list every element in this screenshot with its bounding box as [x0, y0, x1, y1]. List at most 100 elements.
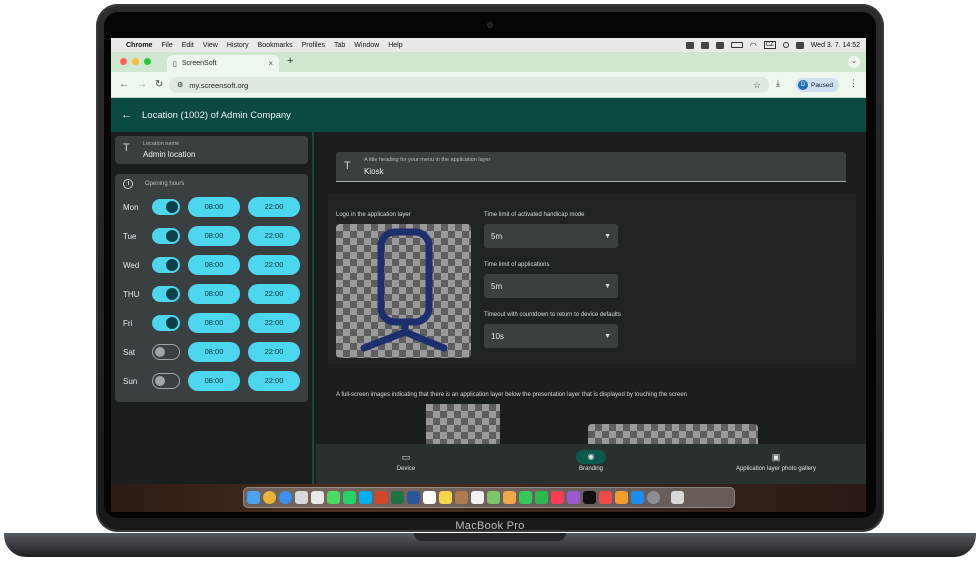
open-time-thu[interactable]: 08:00 — [188, 284, 240, 304]
calendar-icon[interactable] — [423, 491, 436, 504]
facetime-icon[interactable] — [535, 491, 548, 504]
finder-icon[interactable] — [247, 491, 260, 504]
back-arrow-icon[interactable]: ← — [119, 79, 129, 90]
notes-icon[interactable] — [439, 491, 452, 504]
timeout-select[interactable]: 10s ▼ — [484, 324, 618, 348]
close-time-sat[interactable]: 22:00 — [248, 342, 300, 362]
facetime-messages-icon[interactable] — [519, 491, 532, 504]
address-bar[interactable]: ⚙ my.screensoft.org ☆ — [169, 77, 769, 93]
close-time-fri[interactable]: 22:00 — [248, 313, 300, 333]
nav-device[interactable]: ▭ Device — [316, 444, 496, 484]
menu-tab[interactable]: Tab — [334, 42, 345, 49]
bookmark-star-icon[interactable]: ☆ — [753, 80, 761, 91]
menu-chrome[interactable]: Chrome — [126, 42, 152, 49]
menu-bookmarks[interactable]: Bookmarks — [258, 42, 293, 49]
close-time-tue[interactable]: 22:00 — [248, 226, 300, 246]
location-name-value[interactable]: Admin location — [143, 150, 195, 159]
skype-icon[interactable] — [359, 491, 372, 504]
fullscreen-image-landscape[interactable] — [588, 424, 758, 444]
open-time-mon[interactable]: 08:00 — [188, 197, 240, 217]
forward-arrow-icon[interactable]: → — [137, 79, 147, 90]
download-icon[interactable]: ⤓ — [776, 78, 780, 89]
podcasts-icon[interactable] — [567, 491, 580, 504]
nav-photo-gallery[interactable]: ▣ Application layer photo gallery — [686, 444, 866, 484]
status-app-icon[interactable] — [685, 41, 694, 49]
nav-branding[interactable]: ◉ Branding — [506, 444, 676, 484]
open-time-wed[interactable]: 08:00 — [188, 255, 240, 275]
maximize-window-button[interactable] — [144, 58, 151, 65]
menu-title-field[interactable]: T A title heading for your menu in the a… — [336, 152, 846, 182]
wechat-icon[interactable] — [700, 41, 709, 49]
text-field-icon: T — [123, 142, 130, 154]
toggle-wed[interactable] — [152, 257, 180, 273]
close-time-mon[interactable]: 22:00 — [248, 197, 300, 217]
news-icon[interactable] — [599, 491, 612, 504]
profile-button[interactable]: D Paused — [796, 78, 840, 92]
tab-search-chevron-icon[interactable]: ⌄ — [848, 56, 860, 68]
new-tab-icon[interactable]: + — [287, 55, 293, 67]
safari-icon[interactable] — [279, 491, 292, 504]
pages-icon[interactable] — [615, 491, 628, 504]
site-info-icon[interactable]: ⚙ — [177, 81, 183, 89]
fullscreen-image-portrait[interactable] — [426, 404, 500, 444]
close-tab-icon[interactable]: × — [268, 59, 273, 68]
trash-icon[interactable] — [671, 491, 684, 504]
reload-icon[interactable]: ↻ — [155, 79, 163, 90]
toggle-sat[interactable] — [152, 344, 180, 360]
menu-window[interactable]: Window — [354, 42, 379, 49]
menu-profiles[interactable]: Profiles — [302, 42, 325, 49]
input-source-indicator[interactable]: CZ — [763, 41, 776, 49]
logo-upload[interactable] — [336, 224, 471, 358]
maps-icon[interactable] — [487, 491, 500, 504]
toggle-sun[interactable] — [152, 373, 180, 389]
app-store-icon[interactable] — [631, 491, 644, 504]
browser-tab-screensoft[interactable]: ▯ ScreenSoft × — [167, 55, 279, 72]
reminders-icon[interactable] — [471, 491, 484, 504]
excel-icon[interactable] — [391, 491, 404, 504]
address-url[interactable]: my.screensoft.org — [189, 81, 248, 90]
menu-history[interactable]: History — [227, 42, 249, 49]
whatsapp-icon[interactable] — [343, 491, 356, 504]
photos-icon[interactable] — [503, 491, 516, 504]
powerpoint-icon[interactable] — [375, 491, 388, 504]
menu-edit[interactable]: Edit — [182, 42, 194, 49]
slack-icon[interactable] — [311, 491, 324, 504]
screen-mirroring-icon[interactable] — [715, 41, 724, 49]
system-settings-icon[interactable] — [647, 491, 660, 504]
open-time-sat[interactable]: 08:00 — [188, 342, 240, 362]
menu-view[interactable]: View — [203, 42, 218, 49]
chrome-icon[interactable] — [263, 491, 276, 504]
close-time-wed[interactable]: 22:00 — [248, 255, 300, 275]
toggle-thu[interactable] — [152, 286, 180, 302]
search-icon[interactable] — [782, 42, 789, 48]
battery-icon[interactable] — [730, 42, 743, 48]
close-time-thu[interactable]: 22:00 — [248, 284, 300, 304]
messages-icon[interactable] — [327, 491, 340, 504]
location-name-field[interactable]: T Location name Admin location — [115, 136, 308, 164]
handicap-limit-select[interactable]: 5m ▼ — [484, 224, 618, 248]
word-icon[interactable] — [407, 491, 420, 504]
menubar-clock[interactable]: Wed 3. 7. 14:52 — [811, 42, 860, 49]
music-icon[interactable] — [551, 491, 564, 504]
open-time-sun[interactable]: 08:00 — [188, 371, 240, 391]
browser-menu-icon[interactable]: ⋮ — [849, 78, 858, 89]
menu-title-value[interactable]: Kiosk — [364, 167, 384, 176]
wifi-icon[interactable]: ◠ — [750, 41, 757, 50]
control-center-icon[interactable] — [795, 41, 804, 49]
toggle-tue[interactable] — [152, 228, 180, 244]
tv-icon[interactable] — [583, 491, 596, 504]
open-time-tue[interactable]: 08:00 — [188, 226, 240, 246]
toggle-fri[interactable] — [152, 315, 180, 331]
app-limit-select[interactable]: 5m ▼ — [484, 274, 618, 298]
minimize-window-button[interactable] — [132, 58, 139, 65]
close-window-button[interactable] — [120, 58, 127, 65]
menu-help[interactable]: Help — [388, 42, 402, 49]
contacts-icon[interactable] — [455, 491, 468, 504]
menubar-status-area: ◠ CZ Wed 3. 7. 14:52 — [685, 41, 860, 50]
open-time-fri[interactable]: 08:00 — [188, 313, 240, 333]
back-arrow-icon[interactable]: ← — [121, 109, 132, 121]
toggle-mon[interactable] — [152, 199, 180, 215]
menu-file[interactable]: File — [161, 42, 172, 49]
launchpad-icon[interactable] — [295, 491, 308, 504]
close-time-sun[interactable]: 22:00 — [248, 371, 300, 391]
